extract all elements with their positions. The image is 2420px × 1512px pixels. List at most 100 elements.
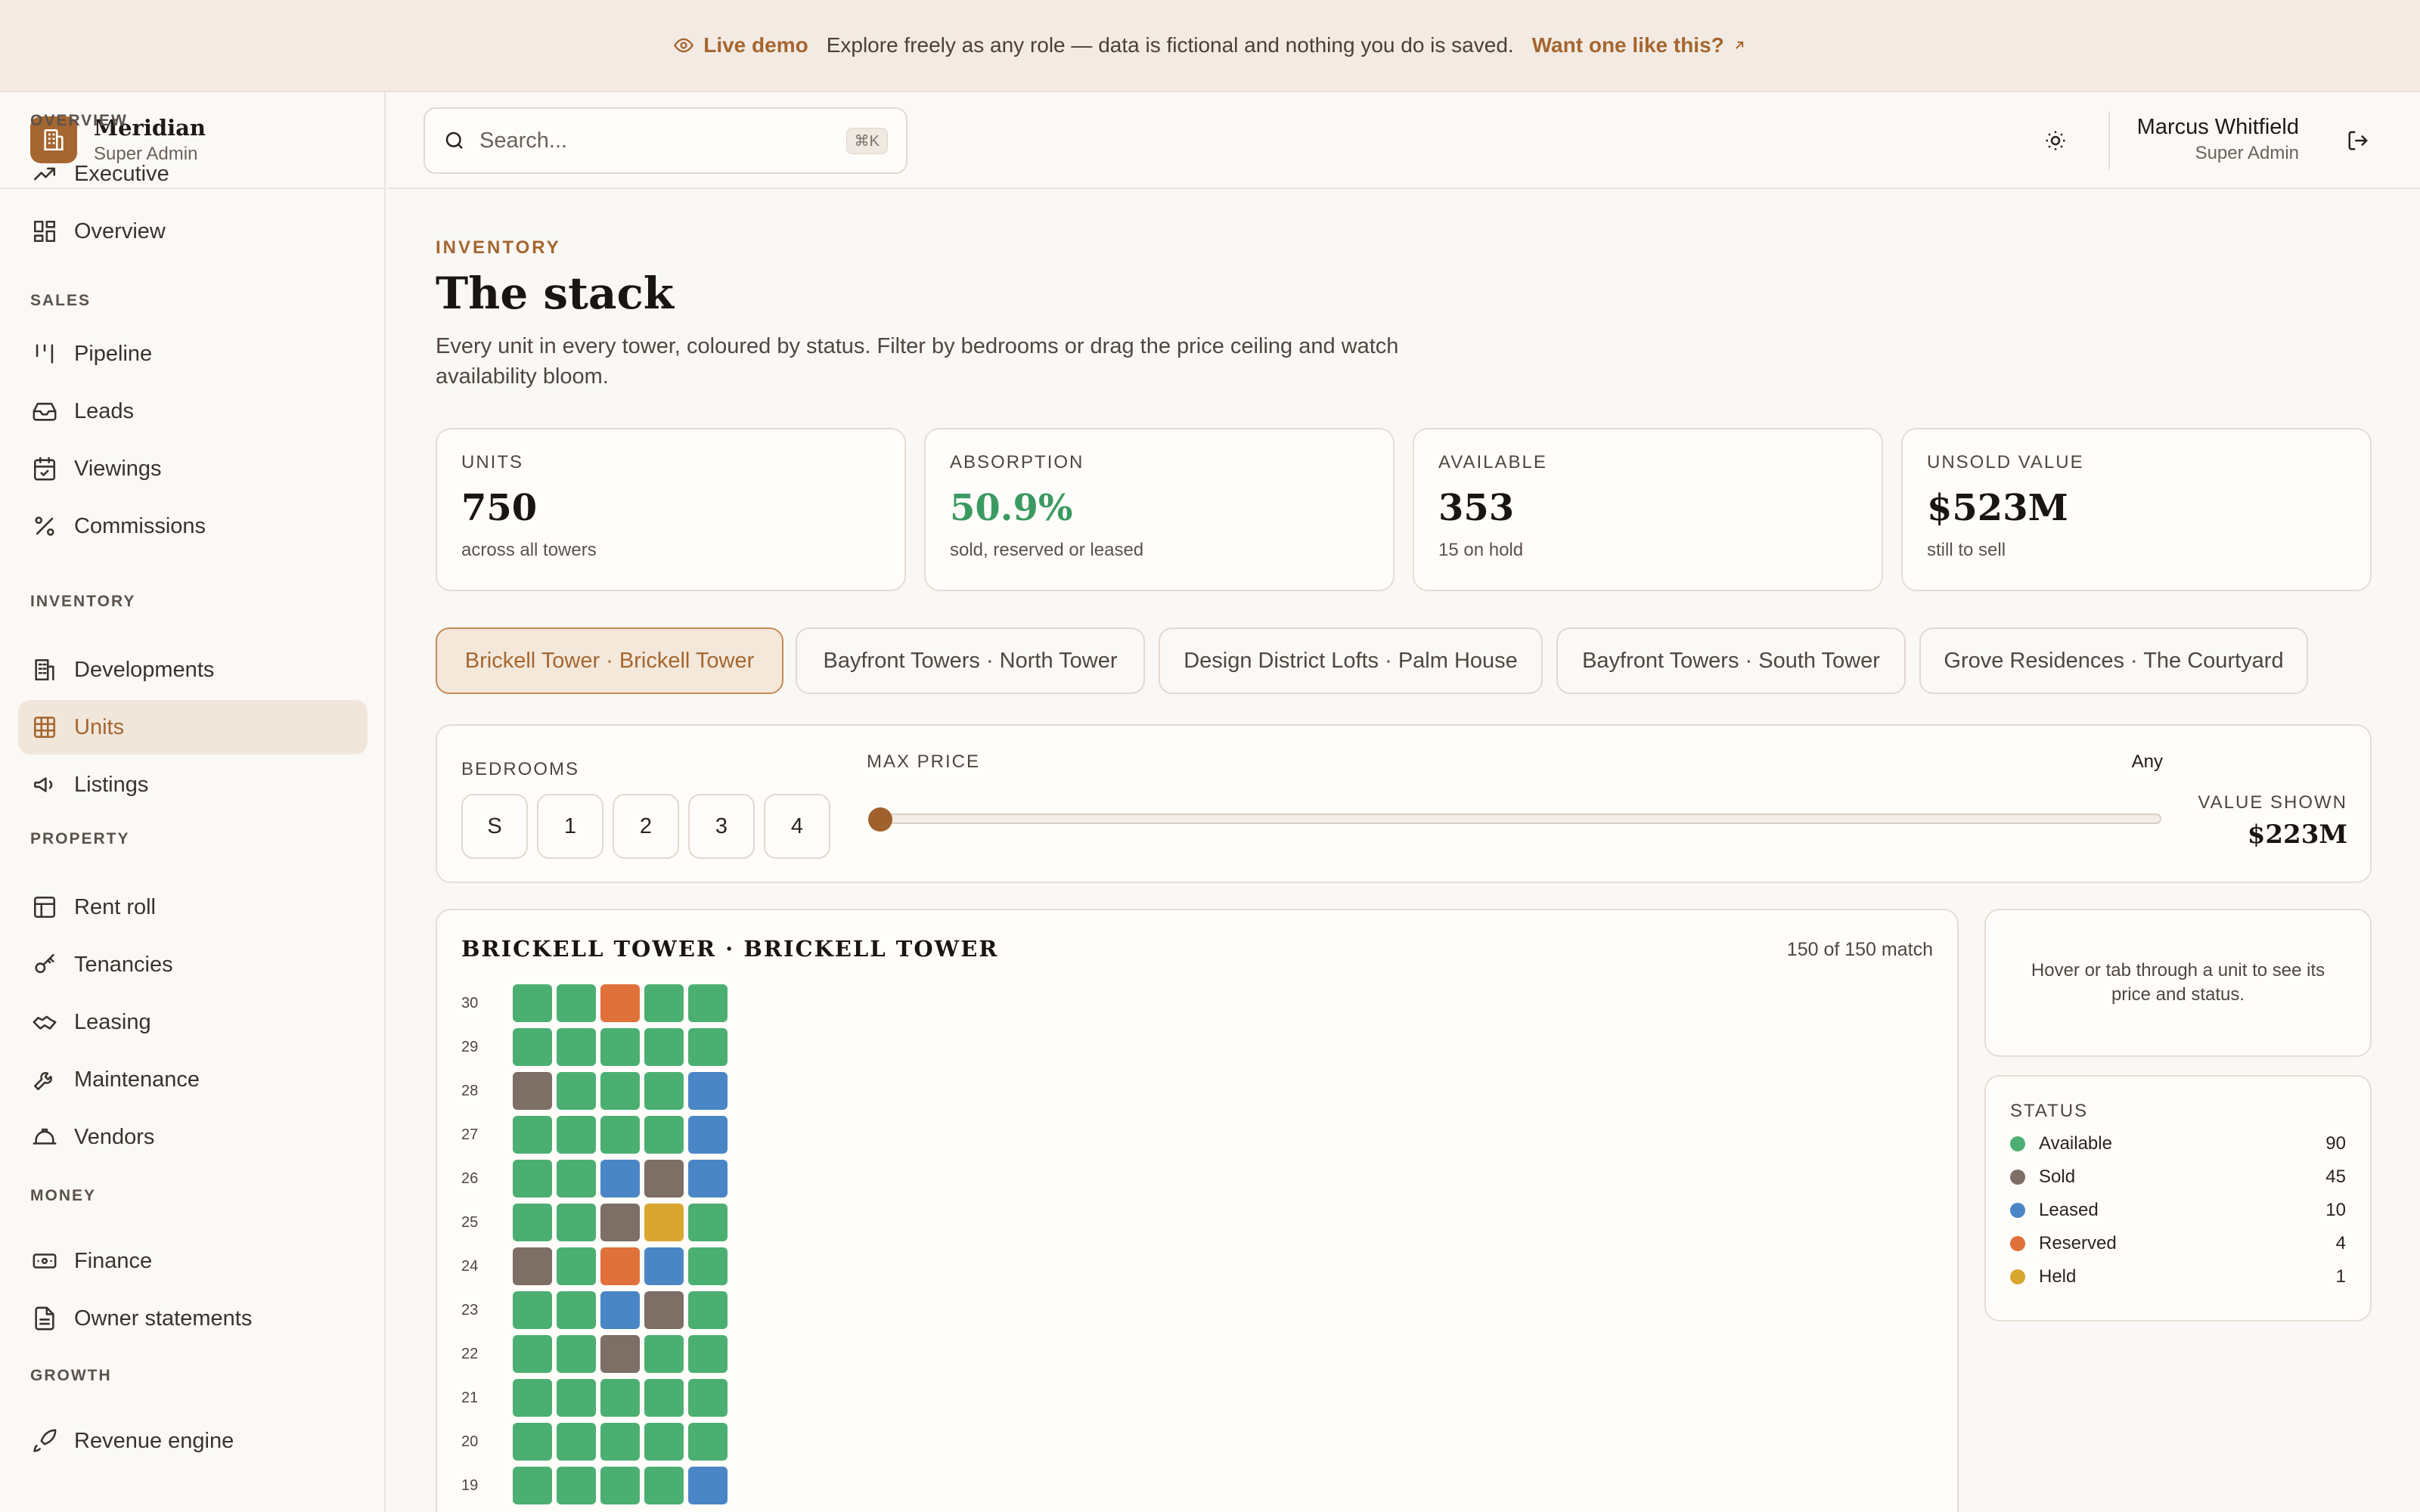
unit-cell[interactable] (644, 1116, 684, 1154)
unit-cell[interactable] (557, 1160, 596, 1198)
unit-cell[interactable] (644, 1467, 684, 1504)
search-input[interactable]: Search... ⌘K (424, 107, 908, 174)
unit-cell[interactable] (557, 1072, 596, 1110)
tower-tab-design-district[interactable]: Design District Lofts · Palm House (1159, 627, 1543, 694)
unit-cell[interactable] (513, 1423, 552, 1461)
sidebar-item-leads[interactable]: Leads (18, 384, 368, 438)
sidebar-item-executive[interactable]: Executive (18, 147, 368, 201)
unit-cell[interactable] (688, 1379, 728, 1417)
unit-cell[interactable] (688, 1467, 728, 1504)
bedroom-filter-1[interactable]: 1 (537, 794, 603, 859)
unit-cell[interactable] (688, 1204, 728, 1241)
user-menu[interactable]: Marcus Whitfield Super Admin (2137, 115, 2299, 164)
sidebar-item-developments[interactable]: Developments (18, 643, 368, 697)
tower-tab-grove[interactable]: Grove Residences · The Courtyard (1919, 627, 2308, 694)
unit-cell[interactable] (557, 1028, 596, 1066)
unit-cell[interactable] (644, 1072, 684, 1110)
unit-cell[interactable] (644, 1204, 684, 1241)
unit-cell[interactable] (513, 1160, 552, 1198)
unit-cell[interactable] (513, 1467, 552, 1504)
unit-cell[interactable] (513, 1379, 552, 1417)
kpi-sub: across all towers (461, 540, 597, 560)
sidebar-item-finance[interactable]: Finance (18, 1234, 368, 1288)
sidebar-item-owner-statements[interactable]: Owner statements (18, 1291, 368, 1346)
unit-cell[interactable] (513, 1335, 552, 1373)
unit-cell[interactable] (688, 1160, 728, 1198)
unit-cell[interactable] (557, 1379, 596, 1417)
unit-cell[interactable] (688, 1423, 728, 1461)
bedroom-filter-4[interactable]: 4 (764, 794, 830, 859)
unit-cell[interactable] (600, 1423, 640, 1461)
floor-label: 21 (461, 1390, 479, 1406)
unit-detail-hint: Hover or tab through a unit to see its p… (1984, 909, 2372, 1057)
sidebar-item-tenancies[interactable]: Tenancies (18, 937, 368, 992)
want-one-link[interactable]: Want one like this? (1532, 33, 1747, 57)
unit-cell[interactable] (644, 1160, 684, 1198)
unit-cell[interactable] (688, 1028, 728, 1066)
unit-cell[interactable] (688, 1116, 728, 1154)
unit-cell[interactable] (600, 1116, 640, 1154)
unit-cell[interactable] (600, 1335, 640, 1373)
unit-cell[interactable] (600, 1467, 640, 1504)
tower-tab-bayfront-north[interactable]: Bayfront Towers · North Tower (796, 627, 1145, 694)
sidebar-item-leasing[interactable]: Leasing (18, 995, 368, 1049)
unit-cell[interactable] (688, 1072, 728, 1110)
unit-cell[interactable] (557, 1291, 596, 1329)
unit-cell[interactable] (644, 984, 684, 1022)
unit-cell[interactable] (513, 1291, 552, 1329)
unit-cell[interactable] (600, 1204, 640, 1241)
unit-cell[interactable] (644, 1423, 684, 1461)
bedroom-filter-2[interactable]: 2 (613, 794, 679, 859)
unit-cell[interactable] (600, 1291, 640, 1329)
stack-title: BRICKELL TOWER · BRICKELL TOWER (461, 936, 999, 962)
tower-tab-bayfront-south[interactable]: Bayfront Towers · South Tower (1556, 627, 1906, 694)
unit-cell[interactable] (513, 1116, 552, 1154)
sidebar-item-viewings[interactable]: Viewings (18, 442, 368, 496)
unit-cell[interactable] (600, 984, 640, 1022)
bedroom-filter-3[interactable]: 3 (688, 794, 755, 859)
unit-cell[interactable] (644, 1335, 684, 1373)
unit-cell[interactable] (513, 1072, 552, 1110)
unit-cell[interactable] (557, 984, 596, 1022)
unit-cell[interactable] (600, 1028, 640, 1066)
tower-tab-brickell[interactable]: Brickell Tower · Brickell Tower (436, 627, 783, 694)
bedroom-filter-studio[interactable]: S (461, 794, 528, 859)
unit-cell[interactable] (600, 1160, 640, 1198)
unit-cell[interactable] (513, 1247, 552, 1285)
max-price-slider-track[interactable] (876, 813, 2161, 824)
unit-cell[interactable] (557, 1116, 596, 1154)
unit-cell[interactable] (513, 1204, 552, 1241)
unit-cell[interactable] (688, 1335, 728, 1373)
logout-button[interactable] (2341, 124, 2375, 157)
sidebar-item-rent-roll[interactable]: Rent roll (18, 880, 368, 934)
status-title: STATUS (2010, 1101, 2089, 1121)
unit-cell[interactable] (557, 1247, 596, 1285)
sidebar-item-listings[interactable]: Listings (18, 758, 368, 812)
sidebar-item-revenue-engine[interactable]: Revenue engine (18, 1414, 368, 1468)
sidebar-item-maintenance[interactable]: Maintenance (18, 1052, 368, 1107)
unit-cell[interactable] (644, 1379, 684, 1417)
max-price-slider-handle[interactable] (868, 807, 892, 832)
sidebar-item-units[interactable]: Units (18, 700, 368, 754)
unit-cell[interactable] (600, 1072, 640, 1110)
unit-cell[interactable] (600, 1247, 640, 1285)
unit-cell[interactable] (557, 1204, 596, 1241)
unit-cell[interactable] (644, 1247, 684, 1285)
unit-cell[interactable] (513, 1028, 552, 1066)
unit-cell[interactable] (557, 1335, 596, 1373)
theme-toggle-button[interactable] (2036, 121, 2075, 160)
unit-cell[interactable] (688, 1291, 728, 1329)
sidebar-item-overview[interactable]: Overview (18, 204, 368, 259)
sidebar-item-pipeline[interactable]: Pipeline (18, 327, 368, 381)
unit-cell[interactable] (557, 1467, 596, 1504)
unit-cell[interactable] (513, 984, 552, 1022)
unit-cell[interactable] (557, 1423, 596, 1461)
sidebar-item-vendors[interactable]: Vendors (18, 1110, 368, 1164)
unit-cell[interactable] (644, 1291, 684, 1329)
sidebar-item-commissions[interactable]: Commissions (18, 499, 368, 553)
unit-cell[interactable] (688, 984, 728, 1022)
unit-cell[interactable] (644, 1028, 684, 1066)
unit-cell[interactable] (600, 1379, 640, 1417)
table-icon (33, 896, 56, 919)
unit-cell[interactable] (688, 1247, 728, 1285)
